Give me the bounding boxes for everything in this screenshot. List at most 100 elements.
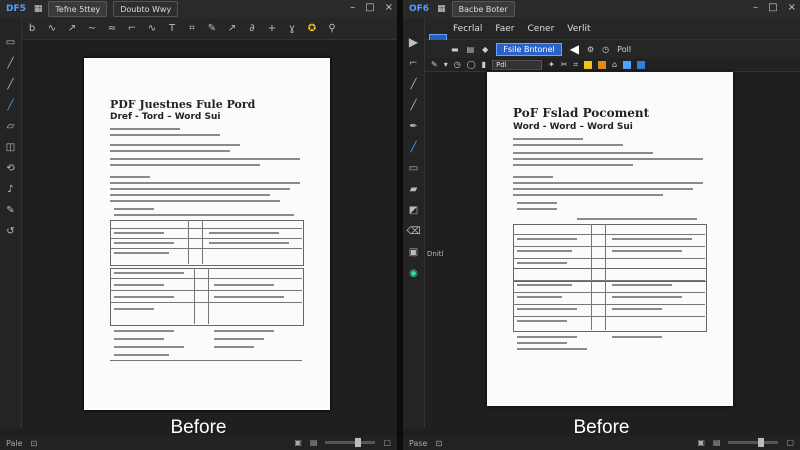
left-titlebar: DF5 ▦ Tefne 5ttey Doubto Wwy – □ ×	[0, 0, 397, 18]
lasso-icon[interactable]: ⟲	[5, 162, 17, 174]
stamp-icon[interactable]: ⚲	[326, 23, 338, 35]
right-doc-title: PoF Fslad Pocoment	[513, 106, 650, 120]
left-tab-2[interactable]: Doubto Wwy	[113, 1, 179, 17]
right-toolbar: ▬ ▤ ◆ Fsile Bntonel ◀ ⚙ ◷ Poll	[425, 40, 800, 58]
fill-icon[interactable]: ▣	[408, 246, 420, 258]
file-path-pill[interactable]: Fsile Bntonel	[496, 42, 562, 56]
plus-icon[interactable]: +	[266, 23, 278, 35]
fit-width-icon[interactable]: ▤	[310, 438, 318, 447]
arrow-icon[interactable]: ↗	[66, 23, 78, 35]
play-icon[interactable]: ▶	[408, 35, 420, 49]
edit-icon[interactable]: ✎	[431, 60, 438, 69]
menu-item-2[interactable]: Faer	[495, 24, 514, 34]
left-tab-1[interactable]: Tefne 5ttey	[48, 1, 108, 17]
highlighter-icon[interactable]: ╱	[5, 99, 17, 111]
crop-icon[interactable]: ⌗	[573, 60, 578, 70]
close-icon[interactable]: ×	[385, 2, 393, 13]
marker-icon[interactable]: ╱	[408, 99, 420, 111]
blue-tool-icon[interactable]	[623, 60, 632, 69]
text-select-icon[interactable]: ⌐	[408, 57, 420, 69]
shape-icon[interactable]: ▱	[5, 120, 17, 132]
fit-width-icon[interactable]: ▤	[713, 438, 721, 447]
menu-item-3[interactable]: Cener	[528, 24, 555, 34]
pencil-icon[interactable]: ╱	[5, 57, 17, 69]
grid-icon[interactable]: ▦	[34, 4, 43, 14]
brush-icon[interactable]: ╱	[408, 141, 420, 153]
brush-icon[interactable]: ɣ	[286, 23, 298, 35]
page-nav-icon[interactable]: ⊡	[435, 439, 442, 448]
left-doc-title: PDF Juestnes Fule Pord	[110, 98, 256, 111]
right-pane: OF6 ▦ Bacbe Boter – □ × Fecrlal Faer Cen…	[403, 0, 800, 450]
comment-icon[interactable]: ✎	[5, 204, 17, 216]
blue-tool2-icon[interactable]	[637, 60, 646, 69]
pencil-icon[interactable]: ╱	[408, 78, 420, 90]
text-icon[interactable]: T	[166, 23, 178, 35]
left-sidebar: ▭ ╱ ╱ ╱ ▱ ◫ ⟲ ♪ ✎ ↺	[0, 18, 22, 428]
menu-item-1[interactable]: Fecrlal	[453, 24, 482, 34]
clock2-icon[interactable]: ◷	[454, 60, 461, 69]
history-icon[interactable]: ↺	[5, 225, 17, 237]
circle-icon[interactable]: ◯	[467, 60, 476, 69]
zoom-slider[interactable]	[728, 438, 779, 447]
clock-icon[interactable]: ◷	[602, 45, 609, 54]
yellow-folder-icon[interactable]	[583, 60, 592, 69]
open-icon[interactable]: ▤	[467, 45, 475, 54]
crop-icon[interactable]: ⌗	[186, 23, 198, 35]
menu-item-4[interactable]: Verlit	[567, 24, 590, 34]
fullscreen-icon[interactable]: ▢	[383, 438, 391, 447]
marker-icon[interactable]: ╱	[5, 78, 17, 90]
link-icon[interactable]: ⌐	[126, 23, 138, 35]
dropdown-icon[interactable]: ▾	[444, 60, 448, 69]
folder-icon[interactable]: ▬	[451, 45, 459, 54]
line-icon[interactable]: ∼	[86, 23, 98, 35]
bar-icon[interactable]: ▮	[482, 60, 486, 69]
left-status-label: Pale	[6, 438, 23, 448]
left-document-page: PDF Juestnes Fule Pord Dref - Tord – Wor…	[84, 58, 330, 410]
minimize-icon[interactable]: –	[350, 2, 355, 13]
page-input[interactable]: Pdl	[492, 59, 543, 70]
toolbar-label: Poll	[617, 44, 632, 54]
maximize-icon[interactable]: □	[365, 2, 374, 13]
right-table-2	[513, 268, 707, 332]
fullscreen-icon[interactable]: ▢	[786, 438, 794, 447]
thumbnails-icon[interactable]: ▭	[5, 36, 17, 48]
maximize-icon[interactable]: □	[768, 2, 777, 13]
shape-icon[interactable]: ▭	[408, 162, 420, 174]
pen-icon[interactable]: ✒	[408, 120, 420, 132]
wand-icon[interactable]: ✦	[548, 60, 555, 69]
left-pane: DF5 ▦ Tefne 5ttey Doubto Wwy – □ × b ∿ ↗…	[0, 0, 397, 450]
right-doc-subtitle: Word - Word – Word Sui	[513, 122, 633, 132]
star-icon[interactable]: ✪	[306, 23, 318, 35]
bold-icon[interactable]: b	[26, 23, 38, 35]
close-icon[interactable]: ×	[788, 2, 796, 13]
squiggle-icon[interactable]: ≈	[106, 23, 118, 35]
wave2-icon[interactable]: ∿	[146, 23, 158, 35]
grid-icon[interactable]: ▦	[437, 4, 446, 14]
ink-icon[interactable]: ∂	[246, 23, 258, 35]
arrow2-icon[interactable]: ↗	[226, 23, 238, 35]
eraser-icon[interactable]: ◫	[5, 141, 17, 153]
stamp-icon[interactable]: ▰	[408, 183, 420, 195]
right-statusbar: Pase ⊡ ▣ ▤ ▢	[403, 436, 800, 450]
page-nav-icon[interactable]: ⊡	[31, 439, 38, 448]
fit-page-icon[interactable]: ▣	[697, 438, 705, 447]
eraser-icon[interactable]: ⌫	[406, 225, 420, 237]
layers-icon[interactable]: ◩	[408, 204, 420, 216]
zoom-slider[interactable]	[325, 438, 376, 447]
sync-icon[interactable]: ◉	[408, 267, 420, 279]
settings-icon[interactable]: ⚙	[587, 45, 594, 54]
cut-icon[interactable]: ✂	[561, 60, 568, 69]
wave-icon[interactable]: ∿	[46, 23, 58, 35]
hand-icon[interactable]: ♪	[5, 183, 17, 195]
left-doc-subtitle: Dref - Tord – Word Sui	[110, 112, 221, 122]
right-window-controls: – □ ×	[753, 2, 796, 13]
right-tab-1[interactable]: Bacbe Boter	[451, 1, 515, 17]
fit-page-icon[interactable]: ▣	[294, 438, 302, 447]
minimize-icon[interactable]: –	[753, 2, 758, 13]
share-icon[interactable]: ◆	[482, 45, 488, 54]
left-app-name: DF5	[6, 4, 26, 14]
right-document-page: PoF Fslad Pocoment Word - Word – Word Su…	[487, 72, 733, 406]
pen-icon[interactable]: ✎	[206, 23, 218, 35]
lock-icon[interactable]: ⌂	[612, 60, 617, 69]
orange-folder-icon[interactable]	[597, 60, 606, 69]
